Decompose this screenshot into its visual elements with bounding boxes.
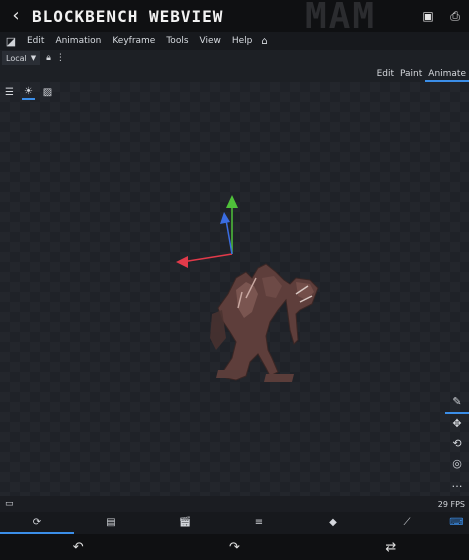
mode-tab-animate[interactable]: Animate (425, 66, 469, 82)
blockbench-logo-icon[interactable]: ◪ (0, 35, 22, 48)
pivot-tool-icon[interactable]: ◎ (445, 454, 469, 474)
title-bar: ‹ BLOCKBENCH WEBVIEW MAM ▣ ⎙ (0, 0, 469, 37)
home-icon[interactable]: ⌂ (258, 36, 267, 47)
tab-animations-icon[interactable]: 🎬︎ (148, 512, 222, 534)
mode-tab-edit[interactable]: Edit (374, 66, 397, 82)
redo-icon[interactable]: ↷ (214, 540, 254, 555)
tool-row: Local ▼ 🔒︎ ⋮ (0, 50, 469, 66)
tab-timeline-icon[interactable]: ≡ (222, 512, 296, 534)
app-title: BLOCKBENCH WEBVIEW (32, 6, 224, 26)
more-vertical-icon[interactable]: ⋮ (56, 53, 65, 63)
gizmo-z-arrow[interactable] (220, 212, 230, 224)
scene (176, 195, 319, 382)
status-bar: ▭ 29 FPS (0, 496, 469, 512)
more-horizontal-icon[interactable]: … (445, 474, 469, 494)
menu-tools[interactable]: Tools (161, 36, 194, 46)
rotate-tool-icon[interactable]: ⟲ (445, 434, 469, 454)
gizmo-y-arrow[interactable] (226, 195, 238, 208)
pose-tool-icon[interactable]: ✎ (445, 392, 469, 414)
menu-animation[interactable]: Animation (50, 36, 107, 46)
tab-graph-icon[interactable]: ⟋ (370, 512, 444, 534)
lock-icon[interactable]: 🔒︎ (46, 53, 51, 63)
move-tool-icon[interactable]: ✥ (445, 414, 469, 434)
caret-down-icon: ▼ (30, 54, 37, 62)
menu-keyframe[interactable]: Keyframe (107, 36, 161, 46)
gizmo-z-axis[interactable] (225, 219, 233, 255)
transform-gizmo[interactable] (176, 195, 238, 268)
gizmo-x-arrow[interactable] (176, 256, 188, 268)
menu-view[interactable]: View (195, 36, 227, 46)
tab-3d-view-icon[interactable]: ⟳ (0, 512, 74, 534)
panel-tab-bar: ⟳ ▤ 🎬︎ ≡ ◆ ⟋ ⌨ (0, 512, 469, 534)
menu-edit[interactable]: Edit (22, 36, 50, 46)
undo-icon[interactable]: ↶ (58, 540, 98, 555)
device-icon[interactable]: ▭ (5, 499, 14, 509)
gizmo-x-axis[interactable] (181, 253, 233, 263)
mode-bar: Edit Paint Animate (0, 66, 469, 82)
3d-viewport[interactable]: ☰ ☀ ▨ ✎ ✥ ⟲ ◎ … (0, 82, 469, 496)
model[interactable] (210, 263, 319, 382)
transform-space-select[interactable]: Local ▼ (2, 51, 41, 65)
back-button[interactable]: ‹ (0, 0, 32, 32)
swap-icon[interactable]: ⇄ (371, 540, 411, 555)
transform-space-value: Local (6, 53, 27, 63)
viewport-side-toolbar: ✎ ✥ ⟲ ◎ … (445, 392, 469, 494)
fps-counter: 29 FPS (437, 499, 465, 509)
mode-tab-paint[interactable]: Paint (397, 66, 425, 82)
bottom-nav: ↶ ↷ ⇄ (0, 534, 469, 560)
window-icon[interactable]: ▣ (420, 8, 436, 24)
menu-help[interactable]: Help (227, 36, 259, 46)
tab-keyboard-icon[interactable]: ⌨ (444, 512, 469, 534)
save-icon[interactable]: ⎙ (447, 8, 463, 24)
menu-bar: ◪ Edit Animation Keyframe Tools View Hel… (0, 32, 469, 50)
tab-keyframe-icon[interactable]: ◆ (296, 512, 370, 534)
tab-outliner-icon[interactable]: ▤ (74, 512, 148, 534)
